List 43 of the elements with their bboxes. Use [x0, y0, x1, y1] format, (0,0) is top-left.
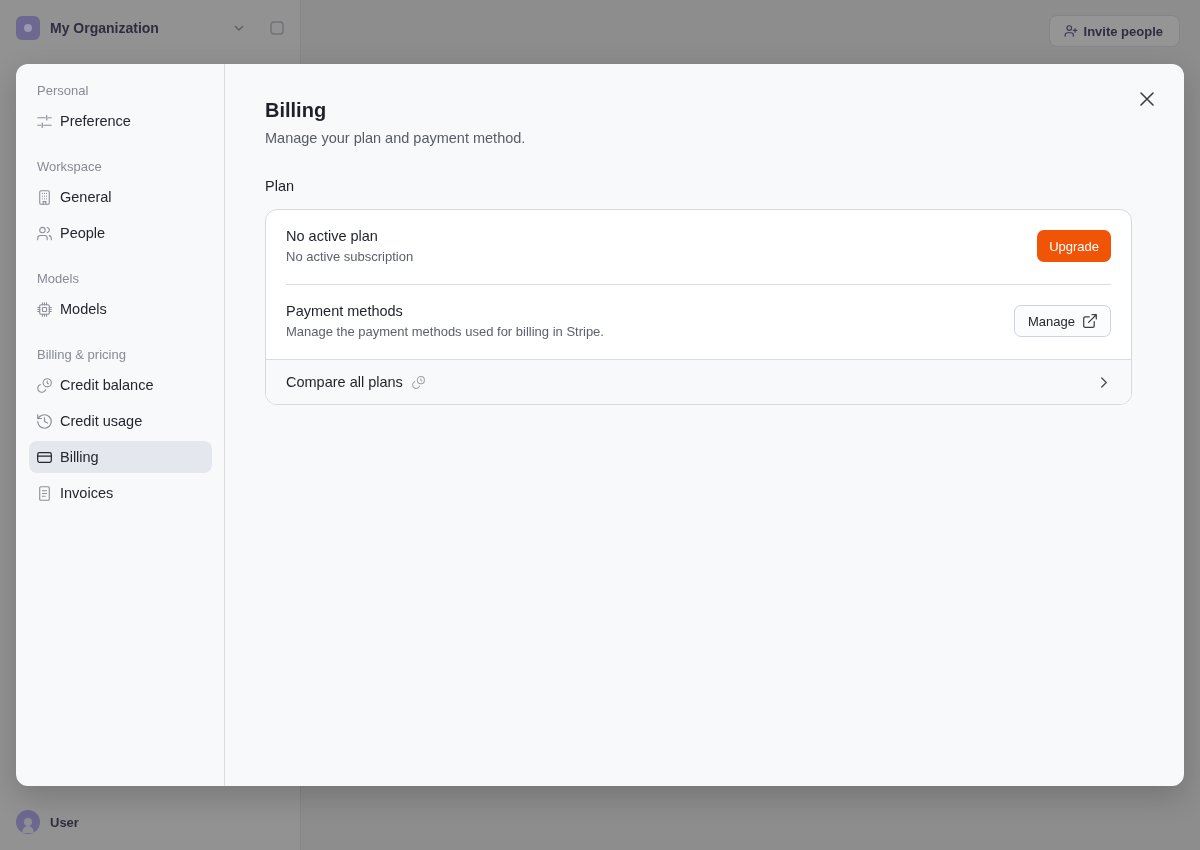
upgrade-button[interactable]: Upgrade	[1037, 230, 1111, 262]
chevron-right-icon	[1101, 376, 1107, 388]
credit-card-icon	[37, 449, 52, 465]
org-avatar-icon	[16, 16, 40, 40]
page-title: Billing	[265, 98, 328, 123]
close-button[interactable]	[1138, 90, 1156, 108]
section-heading: Plan	[265, 177, 296, 196]
manage-button[interactable]: Manage	[1014, 305, 1111, 337]
row-title: Payment methods	[286, 302, 404, 321]
coins-icon	[37, 377, 52, 393]
nav-item[interactable]: People	[29, 217, 212, 249]
nav-item[interactable]: Credit balance	[29, 369, 212, 401]
history-icon	[37, 413, 52, 429]
nav-item[interactable]: Billing	[29, 441, 212, 473]
user-name: User	[50, 814, 79, 830]
chip-icon	[37, 301, 52, 317]
close-icon	[1140, 92, 1154, 106]
square-icon[interactable]	[270, 21, 284, 35]
organization-name[interactable]: My Organization	[50, 20, 159, 36]
document-icon	[37, 485, 52, 501]
row-description: No active subscription	[286, 248, 414, 266]
nav-item[interactable]: Preference	[29, 105, 212, 137]
nav-section-heading: Workspace	[36, 158, 103, 176]
external-link-icon	[1083, 314, 1097, 328]
nav-section-heading: Models	[36, 270, 80, 288]
nav-section-heading: Personal	[36, 82, 90, 100]
nav-item[interactable]: General	[29, 181, 212, 213]
nav-section-heading: Billing & pricing	[36, 346, 127, 364]
sliders-icon	[37, 113, 52, 129]
building-icon	[37, 189, 52, 205]
nav-item[interactable]: Invoices	[29, 477, 212, 509]
chevron-down-icon[interactable]	[234, 25, 244, 31]
nav-item[interactable]: Models	[29, 293, 212, 325]
users-icon	[37, 225, 52, 241]
user-plus-icon	[1063, 24, 1078, 38]
compare-plans-link[interactable]: Compare all plans	[266, 359, 1131, 404]
page-subtitle: Manage your plan and payment method.	[265, 129, 527, 148]
row-description: Manage the payment methods used for billing in Stripe.	[286, 323, 604, 341]
row-title: No active plan	[286, 227, 379, 246]
user-avatar-icon[interactable]	[16, 810, 40, 834]
nav-item[interactable]: Credit usage	[29, 405, 212, 437]
coins-icon	[411, 375, 425, 389]
invite-people-button[interactable]: Invite people	[1048, 15, 1180, 47]
